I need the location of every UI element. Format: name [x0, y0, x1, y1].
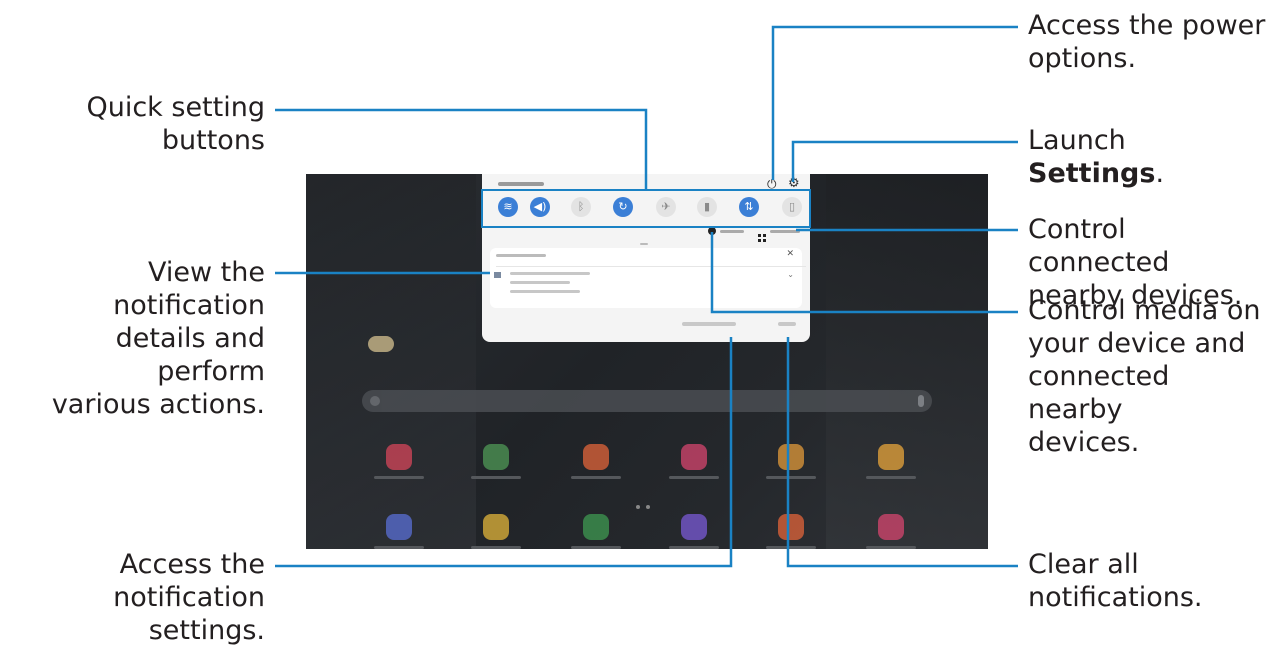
callout-settings: Launch Settings. — [1028, 124, 1268, 190]
notification-card[interactable]: ✕ ⌄ — [490, 248, 806, 308]
callout-text: devices. — [1028, 427, 1140, 458]
notification-text — [510, 290, 580, 293]
callout-notification-details: View the notification details and perfor… — [0, 256, 265, 421]
callout-text: Clear all — [1028, 549, 1139, 580]
search-bar[interactable] — [362, 390, 932, 412]
app-icon[interactable] — [483, 444, 509, 470]
callout-notification-settings: Access the notification settings. — [0, 548, 265, 647]
page-indicator — [636, 494, 656, 509]
callout-text: . — [1155, 158, 1165, 189]
notification-text — [510, 272, 590, 275]
callout-text: Control connected — [1028, 214, 1170, 278]
close-icon[interactable]: ✕ — [786, 249, 794, 259]
app-label — [866, 476, 916, 479]
panel-handle[interactable] — [640, 243, 648, 245]
callout-text: various actions. — [51, 389, 265, 420]
app-icon[interactable] — [483, 514, 509, 540]
callout-text: notification settings. — [113, 582, 265, 646]
quick-settings-highlight — [481, 189, 811, 228]
callout-text: your device and — [1028, 328, 1246, 359]
callout-clear: Clear all notifications. — [1028, 548, 1268, 614]
app-label — [571, 476, 621, 479]
app-icon[interactable] — [878, 444, 904, 470]
wallpaper-shape — [826, 174, 988, 549]
notification-settings-button[interactable] — [682, 322, 736, 326]
callout-text: notifications. — [1028, 582, 1203, 613]
wallpaper-shape — [306, 174, 476, 549]
notification-text — [510, 281, 570, 284]
mic-icon[interactable] — [918, 395, 924, 407]
callout-text-bold: Settings — [1028, 158, 1156, 189]
clear-button[interactable] — [778, 322, 796, 326]
callout-text: Launch — [1028, 125, 1126, 156]
app-label — [571, 546, 621, 549]
app-icon[interactable] — [386, 444, 412, 470]
callout-text: details and perform — [115, 323, 265, 387]
app-icon[interactable] — [778, 444, 804, 470]
app-label — [866, 546, 916, 549]
callout-text: View the notification — [113, 257, 265, 321]
media-output-icon[interactable] — [708, 227, 716, 235]
app-label — [471, 476, 521, 479]
app-icon[interactable] — [681, 514, 707, 540]
app-icon[interactable] — [583, 444, 609, 470]
callout-power: Access the power options. — [1028, 9, 1268, 75]
weather-icon[interactable] — [368, 336, 394, 352]
callout-media: Control media on your device and connect… — [1028, 294, 1268, 459]
app-icon[interactable] — [878, 514, 904, 540]
app-label — [471, 546, 521, 549]
app-label — [669, 476, 719, 479]
app-label — [766, 476, 816, 479]
devices-icon[interactable] — [758, 227, 766, 242]
callout-text: Quick setting — [86, 92, 265, 123]
callout-text: buttons — [161, 125, 265, 156]
notification-thumbnail — [494, 272, 501, 278]
callout-text: Access the power — [1028, 10, 1266, 41]
app-icon[interactable] — [778, 514, 804, 540]
chevron-down-icon[interactable]: ⌄ — [787, 270, 794, 279]
app-label — [669, 546, 719, 549]
callout-text: options. — [1028, 43, 1137, 74]
power-line — [771, 25, 1018, 180]
callout-text: Control media on — [1028, 295, 1261, 326]
callout-text: Access the — [119, 549, 265, 580]
panel-title — [498, 182, 544, 186]
notification-header — [496, 254, 546, 257]
search-icon — [370, 396, 380, 406]
app-label — [374, 476, 424, 479]
app-icon[interactable] — [583, 514, 609, 540]
app-icon[interactable] — [681, 444, 707, 470]
devices-button[interactable] — [770, 230, 800, 233]
app-label — [766, 546, 816, 549]
callout-quick-settings: Quick setting buttons — [60, 91, 265, 157]
app-icon[interactable] — [386, 514, 412, 540]
divider — [496, 266, 806, 267]
app-label — [374, 546, 424, 549]
media-button[interactable] — [720, 230, 744, 233]
callout-text: connected nearby — [1028, 361, 1170, 425]
